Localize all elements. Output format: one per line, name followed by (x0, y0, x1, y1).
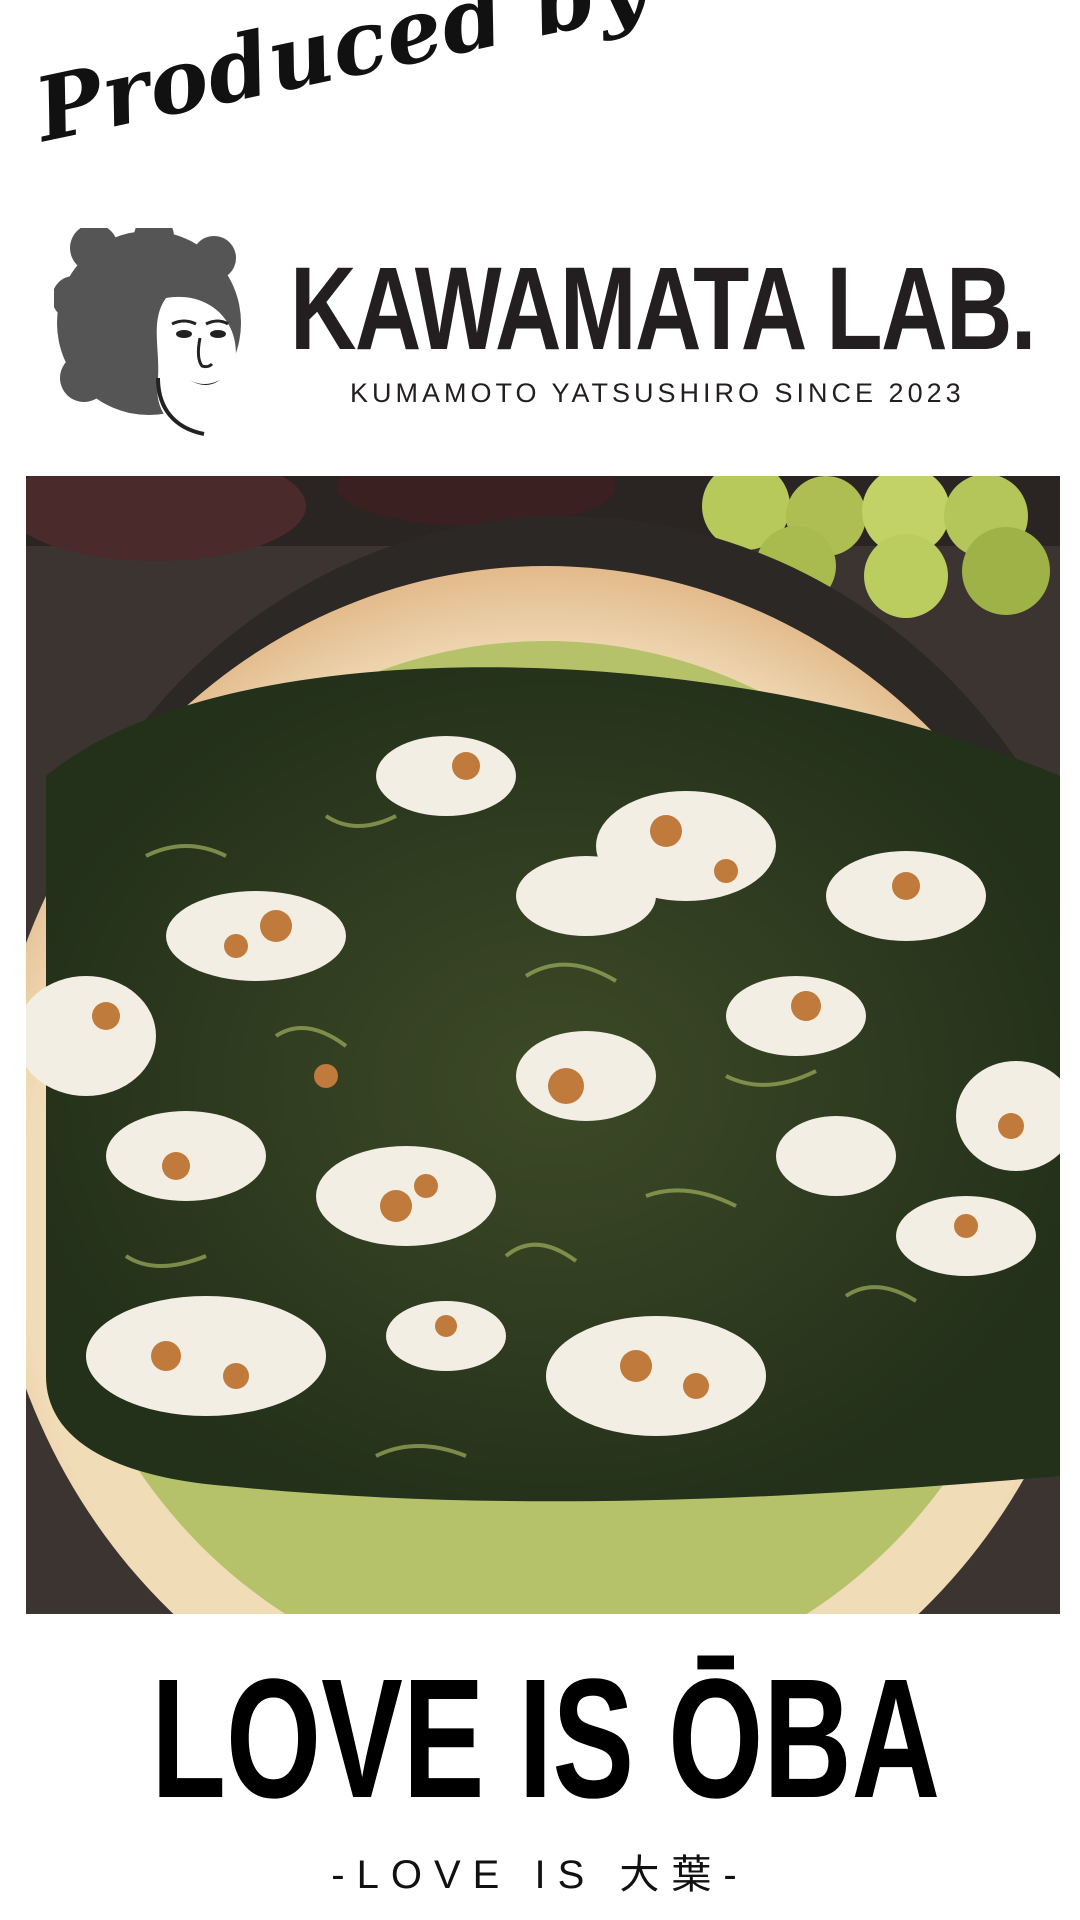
pizza-photo (26, 476, 1060, 1614)
headline: LOVE IS ŌBA (151, 1644, 941, 1834)
kawamata-lab-logo-icon (52, 216, 264, 438)
produced-by-text: Produced by (26, 0, 657, 162)
woman-afro-portrait-logo (52, 216, 241, 436)
brand-tagline: KUMAMOTO YATSUSHIRO SINCE 2023 (350, 378, 965, 408)
subline: -LOVE IS 大葉- (331, 1853, 749, 1897)
brand-name: KAWAMATA LAB. (290, 243, 1036, 375)
